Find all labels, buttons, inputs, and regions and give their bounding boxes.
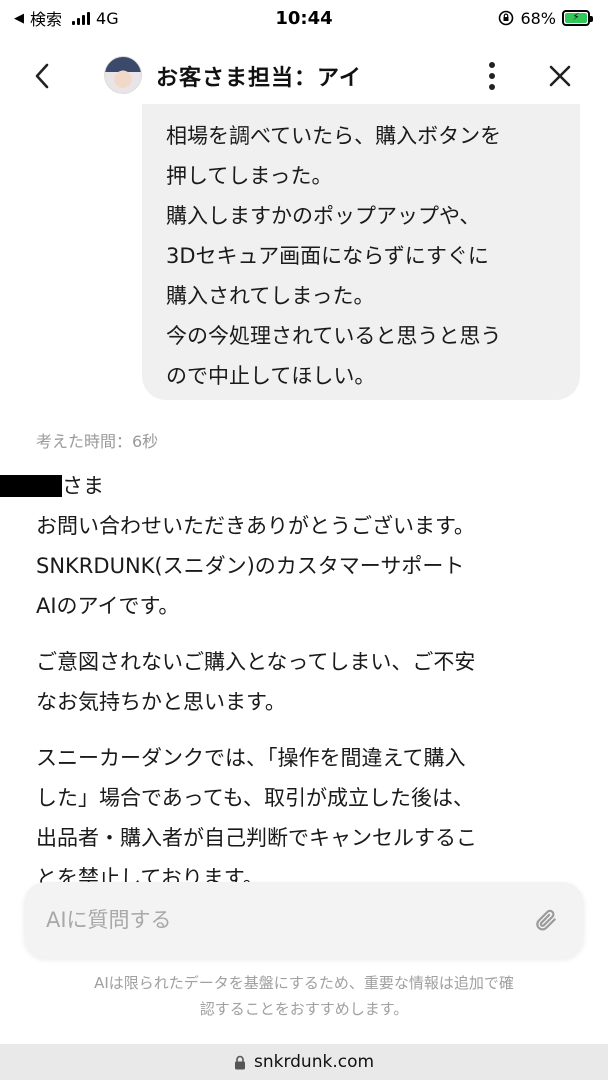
user-message-bubble: 相場を調べていたら、購入ボタンを 押してしまった。 購入しますかのポップアップや… — [142, 104, 580, 400]
disclaimer-line: AIは限られたデータを基盤にするため、重要な情報は追加で確 — [94, 974, 514, 992]
user-message-line: 相場を調べていたら、購入ボタンを — [166, 124, 502, 148]
user-message-line: 購入しますかのポップアップや、 — [166, 204, 481, 228]
reply-paragraph-3: スニーカーダンクでは、「操作を間違えて購入 した」場合であっても、取引が成立した… — [36, 738, 576, 898]
reply-paragraph-2: ご意図されないご購入となってしまい、ご不安 なお気持ちかと思います。 — [36, 642, 576, 722]
reply-line: ご意図されないご購入となってしまい、ご不安 — [36, 650, 476, 674]
status-left[interactable]: ◀ 検索 4G — [14, 6, 119, 30]
chat-header: お客さま担当：アイ — [0, 36, 608, 114]
reply-line: した」場合であっても、取引が成立した後は、 — [36, 786, 475, 810]
reply-line: SNKRDUNK(スニダン)のカスタマーサポート — [36, 554, 465, 578]
back-app-label[interactable]: 検索 — [30, 6, 62, 30]
disclaimer-line: 認することをおすすめします。 — [199, 1000, 409, 1018]
reply-line: なお気持ちかと思います。 — [36, 690, 286, 714]
reply-paragraph-1: お問い合わせいただきありがとうございます。 SNKRDUNK(スニダン)のカスタ… — [36, 506, 576, 626]
user-message-line: 購入されてしまった。 — [166, 284, 375, 308]
reply-line: AIのアイです。 — [36, 594, 180, 618]
status-right: 68% ⚡ — [498, 8, 593, 28]
greeting-line: さま — [0, 466, 576, 506]
chevron-left-icon[interactable] — [24, 58, 60, 94]
reply-line: お問い合わせいただきありがとうございます。 — [36, 514, 475, 538]
kebab-menu-icon[interactable] — [480, 58, 504, 94]
url-bar[interactable]: snkrdunk.com — [0, 1044, 608, 1080]
redacted-name — [0, 475, 62, 497]
user-message-line: 押してしまった。 — [166, 164, 333, 188]
user-message-line: ので中止してほしい。 — [166, 364, 376, 388]
page-title: お客さま担当：アイ — [156, 66, 362, 91]
paperclip-icon[interactable] — [530, 904, 562, 936]
back-triangle-icon[interactable]: ◀ — [14, 11, 24, 26]
signal-icon — [72, 11, 91, 25]
battery-icon: ⚡ — [562, 10, 593, 26]
ai-reply: さま お問い合わせいただきありがとうございます。 SNKRDUNK(スニダン)の… — [0, 466, 576, 898]
battery-percent: 68% — [520, 8, 556, 28]
user-message-line: 3Dセキュア画面にならずにすぐに — [166, 244, 489, 268]
url-text[interactable]: snkrdunk.com — [254, 1052, 374, 1072]
thinking-time[interactable]: 考えた時間：6秒 — [36, 428, 158, 452]
chat-input[interactable] — [46, 908, 530, 932]
network-label: 4G — [96, 8, 119, 28]
lock-rotation-icon — [499, 10, 514, 26]
status-bar: ◀ 検索 4G 10:44 68% ⚡ — [0, 0, 608, 36]
ai-disclaimer: AIは限られたデータを基盤にするため、重要な情報は追加で確 認することをおすすめ… — [40, 970, 568, 1022]
avatar — [104, 56, 142, 94]
greeting-suffix: さま — [62, 474, 104, 498]
lock-icon — [234, 1055, 245, 1069]
chat-input-container — [24, 882, 584, 958]
reply-line: スニーカーダンクでは、「操作を間違えて購入 — [36, 746, 466, 770]
close-icon[interactable] — [542, 58, 578, 94]
user-message-line: 今の今処理されていると思うと思う — [166, 324, 502, 348]
reply-line: 出品者・購入者が自己判断でキャンセルするこ — [36, 826, 477, 850]
